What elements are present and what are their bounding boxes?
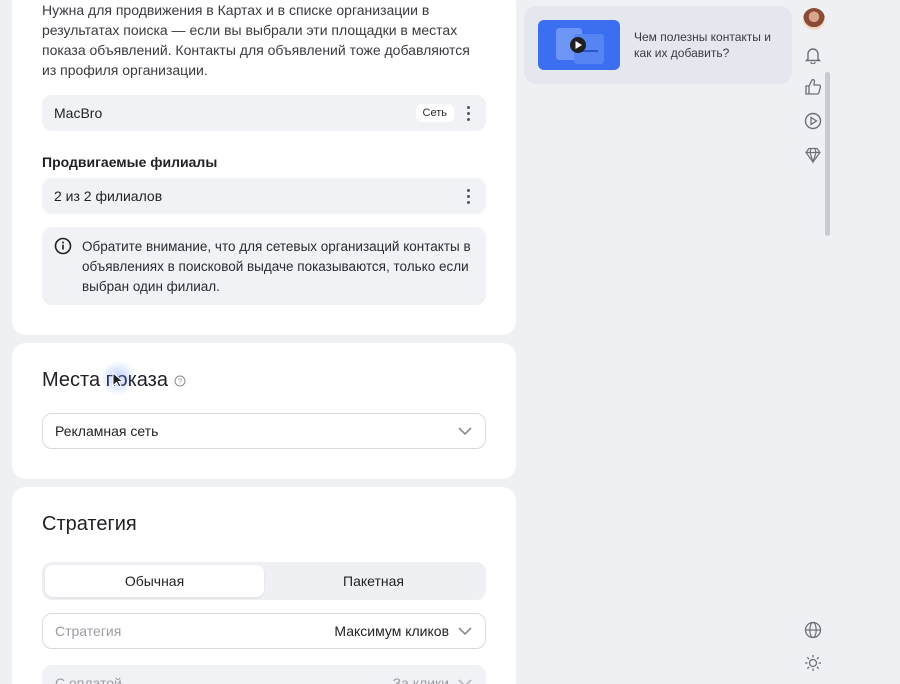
organization-name: MacBro — [54, 105, 103, 121]
strategy-type-switch: Обычная Пакетная — [42, 562, 486, 600]
chevron-down-icon — [458, 679, 472, 684]
mouse-cursor-icon — [112, 372, 125, 388]
branches-title: Продвигаемые филиалы — [42, 154, 218, 170]
network-badge: Сеть — [415, 104, 454, 122]
strategy-title: Стратегия — [42, 513, 137, 535]
branches-more-options-icon[interactable] — [462, 188, 474, 204]
scrollbar[interactable] — [825, 72, 830, 236]
strategy-card: Стратегия Обычная Пакетная Стратегия Мак… — [12, 487, 516, 684]
help-icon[interactable]: ? — [174, 375, 186, 387]
strategy-select[interactable]: Стратегия Максимум кликов — [42, 613, 486, 649]
svg-text:?: ? — [178, 376, 182, 385]
payment-value: За клики — [392, 675, 449, 684]
notice-text: Обратите внимание, что для сетевых орган… — [82, 239, 471, 294]
strategy-key: Стратегия — [55, 623, 122, 639]
network-notice: Обратите внимание, что для сетевых орган… — [42, 227, 486, 305]
tab-regular[interactable]: Обычная — [45, 565, 264, 597]
sun-icon[interactable] — [802, 652, 824, 674]
payment-select[interactable]: С оплатой За клики — [42, 665, 486, 684]
avatar[interactable] — [803, 8, 825, 30]
payment-key: С оплатой — [55, 675, 122, 684]
branches-row[interactable]: 2 из 2 филиалов — [42, 178, 486, 214]
video-preview-icon — [556, 28, 604, 64]
chevron-down-icon — [458, 427, 472, 436]
places-selected: Рекламная сеть — [55, 423, 159, 439]
info-icon — [54, 237, 72, 255]
diamond-icon[interactable] — [802, 144, 824, 166]
video-thumbnail — [538, 20, 620, 70]
contacts-card: Нужна для продвижения в Картах и в списк… — [12, 0, 516, 335]
help-video-title: Чем полезны контакты и как их добавить? — [634, 30, 771, 60]
thumbs-up-icon[interactable] — [802, 76, 824, 98]
bell-icon[interactable] — [802, 44, 824, 66]
organization-row[interactable]: MacBro Сеть — [42, 95, 486, 131]
more-options-icon[interactable] — [462, 105, 474, 121]
contacts-description: Нужна для продвижения в Картах и в списк… — [42, 2, 470, 78]
play-circle-icon[interactable] — [802, 110, 824, 132]
tab-package[interactable]: Пакетная — [264, 565, 483, 597]
help-video-card[interactable]: Чем полезны контакты и как их добавить? — [524, 6, 792, 84]
places-select[interactable]: Рекламная сеть — [42, 413, 486, 449]
globe-icon[interactable] — [802, 619, 824, 641]
branches-value: 2 из 2 филиалов — [54, 188, 163, 204]
chevron-down-icon — [458, 627, 472, 636]
places-card: Места показа ? Рекламная сеть — [12, 343, 516, 479]
strategy-value: Максимум кликов — [334, 623, 449, 639]
